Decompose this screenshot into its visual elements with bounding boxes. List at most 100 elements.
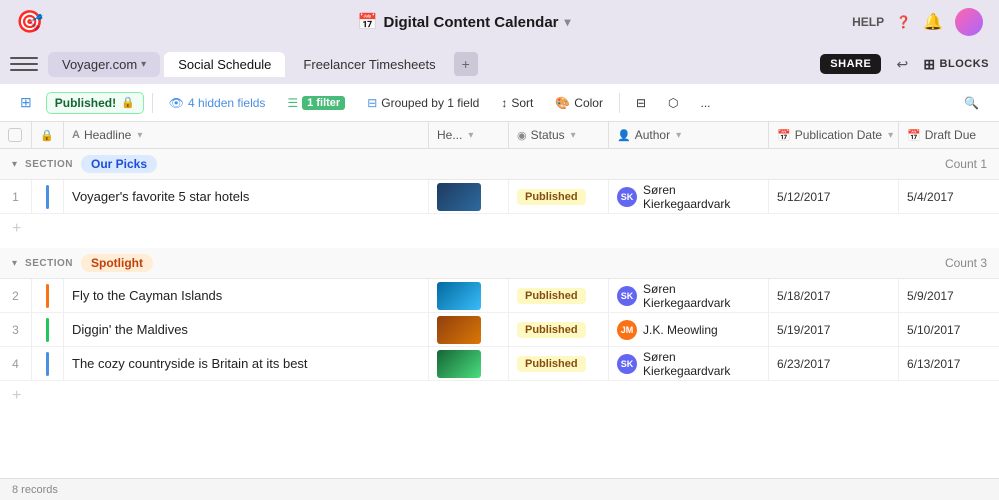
more-button[interactable]: ... <box>693 92 719 114</box>
row-draft-due-1[interactable]: 5/4/2017 <box>899 180 999 213</box>
row-pub-date-3[interactable]: 5/19/2017 <box>769 313 899 346</box>
status-badge-1: Published <box>517 189 586 205</box>
row-status-4[interactable]: Published <box>509 347 609 380</box>
group-button[interactable]: ⊟ Grouped by 1 field <box>359 92 487 114</box>
author-cell-1: SK Søren Kierkegaardvark <box>617 183 760 211</box>
history-button[interactable]: ↩ <box>889 51 915 77</box>
row-author-2[interactable]: SK Søren Kierkegaardvark <box>609 279 769 312</box>
thumbnail-1 <box>437 183 481 211</box>
blocks-button[interactable]: ⊞ BLOCKS <box>923 56 989 73</box>
col-header-author[interactable]: 👤 Author ▾ <box>609 122 769 148</box>
title-dropdown-icon[interactable]: ▾ <box>565 15 571 29</box>
row-headline-1[interactable]: Voyager's favorite 5 star hotels <box>64 180 429 213</box>
section-our-picks-label: SECTION <box>25 159 73 170</box>
help-label[interactable]: HELP <box>852 15 884 29</box>
row-color-bar-3 <box>46 318 49 342</box>
more-icon: ... <box>701 96 711 110</box>
row-check-3[interactable] <box>32 313 64 346</box>
share-view-icon: ⬡ <box>668 96 678 110</box>
tab-workspace[interactable]: Voyager.com ▾ <box>48 52 160 77</box>
row-color-bar-4 <box>46 352 49 376</box>
row-headline-4[interactable]: The cozy countryside is Britain at its b… <box>64 347 429 380</box>
section-spotlight-header: ▾ SECTION Spotlight Count 3 <box>0 248 999 279</box>
headline-text-3: Diggin' the Maldives <box>72 322 188 337</box>
author-type-icon: 👤 <box>617 129 631 142</box>
app-logo[interactable]: 🎯 <box>16 9 43 35</box>
row-thumb-2 <box>429 279 509 312</box>
row-check-1[interactable] <box>32 180 64 213</box>
filter-count: 1 filter <box>302 96 345 110</box>
row-author-1[interactable]: SK Søren Kierkegaardvark <box>609 180 769 213</box>
author-col-label: Author <box>635 128 670 142</box>
row-draft-due-4[interactable]: 6/13/2017 <box>899 347 999 380</box>
help-icon[interactable]: ❓ <box>896 15 911 29</box>
row-height-button[interactable]: ⊟ <box>628 92 654 114</box>
tab-freelancer[interactable]: Freelancer Timesheets <box>289 52 449 77</box>
author-sort-icon: ▾ <box>676 130 681 141</box>
view-type-button[interactable]: ⊞ <box>12 90 40 115</box>
col-header-status[interactable]: ◉ Status ▾ <box>509 122 609 148</box>
bell-icon[interactable]: 🔔 <box>923 12 943 32</box>
section-spotlight-tag[interactable]: Spotlight <box>81 254 153 272</box>
section-spotlight-label: SECTION <box>25 258 73 269</box>
row-check-4[interactable] <box>32 347 64 380</box>
sort-button[interactable]: ↕ Sort <box>493 92 541 114</box>
row-status-2[interactable]: Published <box>509 279 609 312</box>
toolbar-right: 🔍 <box>956 92 987 114</box>
add-row-spotlight[interactable]: + <box>0 381 999 411</box>
avatar[interactable] <box>955 8 983 36</box>
hidden-fields-button[interactable]: 👁 4 hidden fields <box>161 92 274 114</box>
col-header-he[interactable]: He... ▾ <box>429 122 509 148</box>
row-author-3[interactable]: JM J.K. Meowling <box>609 313 769 346</box>
workspace-dropdown[interactable]: ▾ <box>141 59 146 70</box>
filter-button[interactable]: ☰ 1 filter <box>279 92 353 114</box>
section-spotlight-chevron[interactable]: ▾ <box>12 258 17 269</box>
section-our-picks-tag[interactable]: Our Picks <box>81 155 157 173</box>
color-icon: 🎨 <box>555 96 570 110</box>
workspace-label: Voyager.com <box>62 57 137 72</box>
author-avatar-4: SK <box>617 354 637 374</box>
row-status-1[interactable]: Published <box>509 180 609 213</box>
table-row: 4 The cozy countryside is Britain at its… <box>0 347 999 381</box>
color-label: Color <box>574 96 603 110</box>
headline-text-4: The cozy countryside is Britain at its b… <box>72 356 308 371</box>
row-headline-3[interactable]: Diggin' the Maldives <box>64 313 429 346</box>
row-headline-2[interactable]: Fly to the Cayman Islands <box>64 279 429 312</box>
status-badge-3: Published <box>517 322 586 338</box>
col-header-headline[interactable]: A Headline ▾ <box>64 122 429 148</box>
hamburger-menu[interactable] <box>10 50 38 78</box>
author-name-4: Søren Kierkegaardvark <box>643 350 760 378</box>
author-avatar-1: SK <box>617 187 637 207</box>
add-tab-button[interactable]: + <box>454 52 478 76</box>
select-all-checkbox[interactable] <box>8 128 22 142</box>
share-button[interactable]: SHARE <box>820 54 881 74</box>
hidden-fields-label: 4 hidden fields <box>188 96 265 110</box>
row-color-bar-1 <box>46 185 49 209</box>
table-row: 3 Diggin' the Maldives Published JM J.K.… <box>0 313 999 347</box>
search-button[interactable]: 🔍 <box>956 92 987 114</box>
author-avatar-3: JM <box>617 320 637 340</box>
thumbnail-2 <box>437 282 481 310</box>
published-label: Published! <box>55 96 116 110</box>
tab-social[interactable]: Social Schedule <box>164 52 285 77</box>
row-draft-due-2[interactable]: 5/9/2017 <box>899 279 999 312</box>
row-status-3[interactable]: Published <box>509 313 609 346</box>
headline-text-2: Fly to the Cayman Islands <box>72 288 222 303</box>
headline-col-label: Headline <box>84 128 131 142</box>
row-pub-date-4[interactable]: 6/23/2017 <box>769 347 899 380</box>
row-check-2[interactable] <box>32 279 64 312</box>
color-button[interactable]: 🎨 Color <box>547 92 611 114</box>
col-header-pub-date[interactable]: 📅 Publication Date ▾ <box>769 122 899 148</box>
row-draft-due-3[interactable]: 5/10/2017 <box>899 313 999 346</box>
view-name-badge[interactable]: Published! 🔒 <box>46 92 144 114</box>
row-height-icon: ⊟ <box>636 96 646 110</box>
col-header-draft-due[interactable]: 📅 Draft Due <box>899 122 999 148</box>
section-our-picks-chevron[interactable]: ▾ <box>12 159 17 170</box>
blocks-grid-icon: ⊞ <box>923 56 935 73</box>
col-header-check[interactable] <box>0 122 32 148</box>
row-author-4[interactable]: SK Søren Kierkegaardvark <box>609 347 769 380</box>
row-pub-date-1[interactable]: 5/12/2017 <box>769 180 899 213</box>
share-view-button[interactable]: ⬡ <box>660 92 686 114</box>
add-row-our-picks[interactable]: + <box>0 214 999 244</box>
row-pub-date-2[interactable]: 5/18/2017 <box>769 279 899 312</box>
